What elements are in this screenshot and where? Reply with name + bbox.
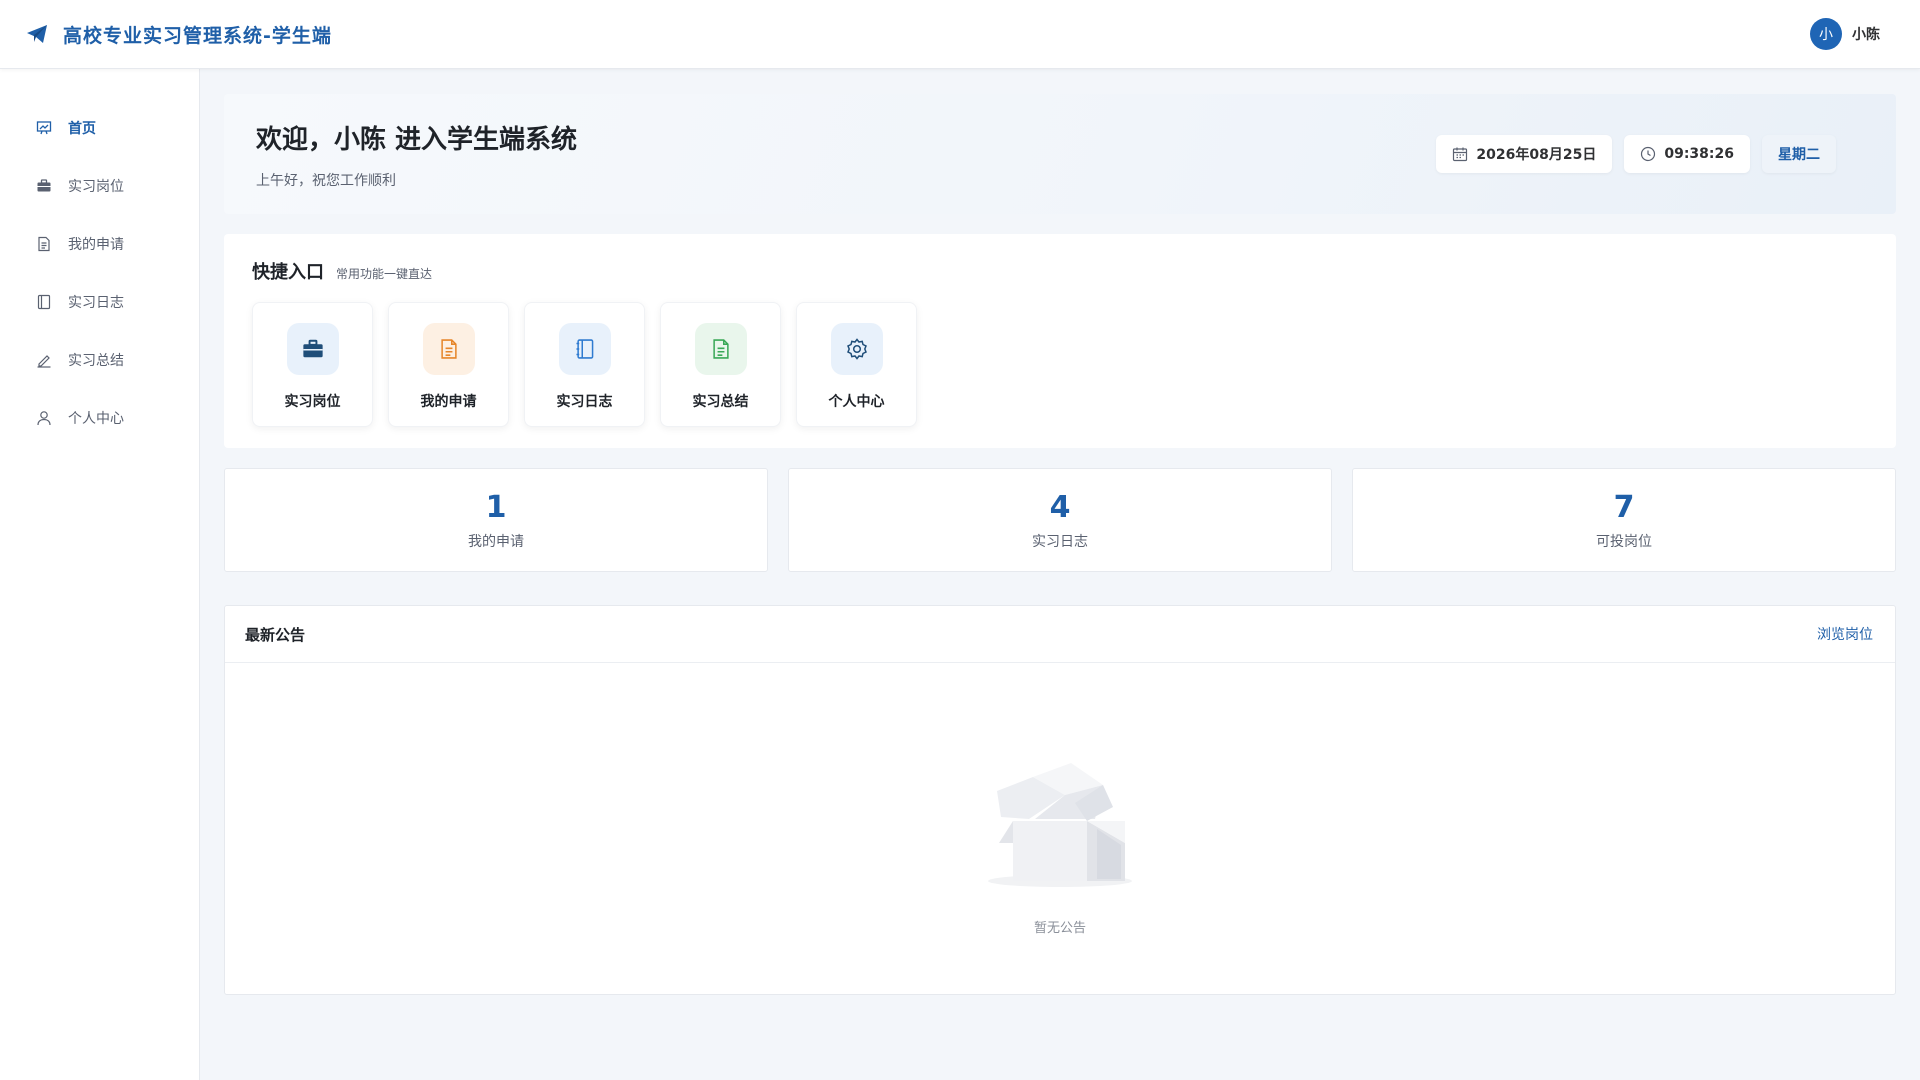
sidebar-item-internship-log[interactable]: 实习日志: [0, 273, 199, 331]
sidebar-item-label: 首页: [68, 121, 96, 137]
sidebar-item-internship-positions[interactable]: 实习岗位: [0, 157, 199, 215]
user-name[interactable]: 小陈: [1852, 24, 1880, 44]
datetime-chips: 2026年08月25日 09:38:26 星期二: [1436, 135, 1836, 173]
stats-row: 1 我的申请 4 实习日志 7 可投岗位: [224, 468, 1896, 572]
stat-card-logs[interactable]: 4 实习日志: [788, 468, 1332, 572]
notice-header: 最新公告 浏览岗位: [225, 606, 1895, 663]
notebook-icon: [558, 323, 611, 375]
dashboard-icon: [36, 120, 52, 136]
stat-label: 实习日志: [1032, 533, 1088, 550]
app-title: 高校专业实习管理系统-学生端: [63, 24, 332, 47]
top-bar: 高校专业实习管理系统-学生端 小 小陈: [0, 0, 1920, 69]
sidebar-item-label: 实习岗位: [68, 179, 124, 195]
user-icon: [36, 410, 52, 426]
brand: 高校专业实习管理系统-学生端: [25, 21, 332, 48]
quick-entry-header: 快捷入口 常用功能一键直达: [252, 258, 1868, 284]
quick-entry-grid: 实习岗位 我的申请 实习日志 实习总结 个人中心: [252, 302, 1868, 427]
main-content: 欢迎，小陈 进入学生端系统 上午好，祝您工作顺利 2026年08月25日 09:…: [224, 94, 1896, 995]
quick-entry-label: 个人中心: [828, 394, 885, 410]
user-menu[interactable]: 小 小陈: [1810, 18, 1880, 50]
sidebar-item-home[interactable]: 首页: [0, 99, 199, 157]
notice-title: 最新公告: [245, 625, 306, 644]
weekday-text: 星期二: [1778, 147, 1820, 163]
edit-pen-icon: [36, 352, 52, 368]
briefcase-icon: [286, 323, 339, 375]
avatar[interactable]: 小: [1810, 18, 1842, 50]
gear-icon: [830, 323, 883, 375]
paper-plane-icon: [25, 22, 49, 46]
stat-card-applications[interactable]: 1 我的申请: [224, 468, 768, 572]
time-chip: 09:38:26: [1624, 135, 1750, 173]
stat-card-positions[interactable]: 7 可投岗位: [1352, 468, 1896, 572]
time-text: 09:38:26: [1664, 146, 1734, 162]
calendar-icon: [1452, 146, 1468, 162]
welcome-banner: 欢迎，小陈 进入学生端系统 上午好，祝您工作顺利 2026年08月25日 09:…: [224, 94, 1896, 214]
quick-entry-subtitle: 常用功能一键直达: [336, 267, 433, 281]
sidebar-item-internship-summary[interactable]: 实习总结: [0, 331, 199, 389]
quick-entry-panel: 快捷入口 常用功能一键直达 实习岗位 我的申请 实习日志 实习总结 个人中心: [224, 234, 1896, 448]
sidebar-item-label: 个人中心: [68, 411, 124, 427]
briefcase-icon: [36, 178, 52, 194]
notice-panel: 最新公告 浏览岗位 暂无公告: [224, 605, 1896, 995]
empty-state: 暂无公告: [225, 663, 1895, 936]
sidebar-item-my-applications[interactable]: 我的申请: [0, 215, 199, 273]
date-chip: 2026年08月25日: [1436, 135, 1613, 173]
sidebar-item-profile[interactable]: 个人中心: [0, 389, 199, 447]
welcome-subtitle: 上午好，祝您工作顺利: [256, 172, 396, 189]
sidebar: 首页 实习岗位 我的申请 实习日志 实习总结 个人中心: [0, 69, 200, 1080]
sidebar-item-label: 我的申请: [68, 237, 124, 253]
weekday-chip: 星期二: [1762, 135, 1836, 173]
stat-value: 4: [1049, 489, 1071, 525]
welcome-title: 欢迎，小陈 进入学生端系统: [256, 124, 578, 155]
quick-entry-internship-log[interactable]: 实习日志: [524, 302, 645, 427]
quick-entry-label: 实习日志: [556, 394, 613, 410]
quick-entry-label: 我的申请: [420, 394, 477, 410]
quick-entry-internship-positions[interactable]: 实习岗位: [252, 302, 373, 427]
sidebar-item-label: 实习日志: [68, 295, 124, 311]
stat-label: 我的申请: [468, 533, 524, 550]
document-icon: [36, 236, 52, 252]
date-text: 2026年08月25日: [1476, 147, 1597, 163]
document-icon: [694, 323, 747, 375]
notebook-icon: [36, 294, 52, 310]
stat-label: 可投岗位: [1596, 533, 1652, 550]
stat-value: 1: [485, 489, 507, 525]
welcome-text: 欢迎，小陈 进入学生端系统 上午好，祝您工作顺利: [256, 119, 577, 190]
document-icon: [422, 323, 475, 375]
quick-entry-title: 快捷入口: [252, 262, 324, 283]
browse-positions-link[interactable]: 浏览岗位: [1817, 624, 1873, 644]
quick-entry-my-applications[interactable]: 我的申请: [388, 302, 509, 427]
quick-entry-label: 实习总结: [692, 394, 749, 410]
quick-entry-label: 实习岗位: [284, 394, 341, 410]
sidebar-item-label: 实习总结: [68, 353, 124, 369]
clock-icon: [1640, 146, 1656, 162]
empty-box-illustration: [988, 763, 1132, 887]
quick-entry-internship-summary[interactable]: 实习总结: [660, 302, 781, 427]
empty-text: 暂无公告: [1033, 921, 1086, 936]
stat-value: 7: [1613, 489, 1635, 525]
quick-entry-profile[interactable]: 个人中心: [796, 302, 917, 427]
